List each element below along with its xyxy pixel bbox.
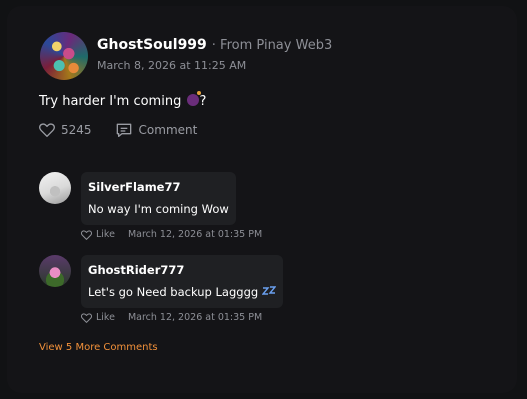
comment-text-line: Let's go Need backup Lagggg (88, 285, 277, 299)
comment-username[interactable]: SilverFlame77 (88, 180, 229, 194)
comment-icon (116, 123, 131, 137)
comment-like-label: Like (96, 229, 115, 240)
post-meta: GhostSoul999 · From Pinay Web3 March 8, … (97, 32, 332, 72)
post-header: GhostSoul999 · From Pinay Web3 March 8, … (40, 32, 332, 80)
post-text-suffix: ? (199, 94, 207, 109)
post-body: Try harder I'm coming ? (39, 91, 207, 109)
comment-bubble: GhostRider777 Let's go Need backup Laggg… (81, 255, 284, 308)
comment-like-label: Like (96, 312, 115, 323)
heart-icon (39, 123, 55, 137)
comment-label: Comment (138, 123, 198, 137)
view-more-comments-link[interactable]: View 5 More Comments (39, 342, 158, 353)
heart-icon (81, 229, 92, 240)
comment-text: Let's go Need backup Lagggg (88, 285, 259, 299)
post-card: GhostSoul999 · From Pinay Web3 March 8, … (7, 6, 517, 393)
avatar[interactable] (39, 172, 71, 204)
comment-actions: Like March 12, 2026 at 01:35 PM (81, 312, 262, 323)
comment-actions: Like March 12, 2026 at 01:35 PM (81, 229, 262, 240)
comment-button[interactable]: Comment (116, 123, 198, 137)
avatar[interactable] (40, 32, 88, 80)
avatar[interactable] (39, 255, 71, 287)
post-actions: 5245 Comment (39, 123, 197, 137)
post-text: Try harder I'm coming (39, 94, 182, 109)
comment-bubble: SilverFlame77 No way I'm coming Wow (81, 172, 236, 225)
post-username[interactable]: GhostSoul999 (97, 37, 207, 53)
author-line: GhostSoul999 · From Pinay Web3 (97, 37, 332, 53)
like-button[interactable]: 5245 (39, 123, 92, 137)
comment-text: No way I'm coming Wow (88, 202, 229, 216)
heart-icon (81, 312, 92, 323)
comment-like-button[interactable]: Like (81, 312, 115, 323)
comment-username[interactable]: GhostRider777 (88, 263, 276, 277)
post-source: · From Pinay Web3 (211, 38, 333, 53)
like-count: 5245 (61, 123, 92, 137)
post-date: March 8, 2026 at 11:25 AM (97, 59, 247, 72)
comment-like-button[interactable]: Like (81, 229, 115, 240)
comment-time: March 12, 2026 at 01:35 PM (127, 229, 263, 240)
zzz-emoji-icon (262, 286, 277, 295)
comment-time: March 12, 2026 at 01:35 PM (127, 312, 263, 323)
bomb-emoji-icon (187, 91, 202, 106)
